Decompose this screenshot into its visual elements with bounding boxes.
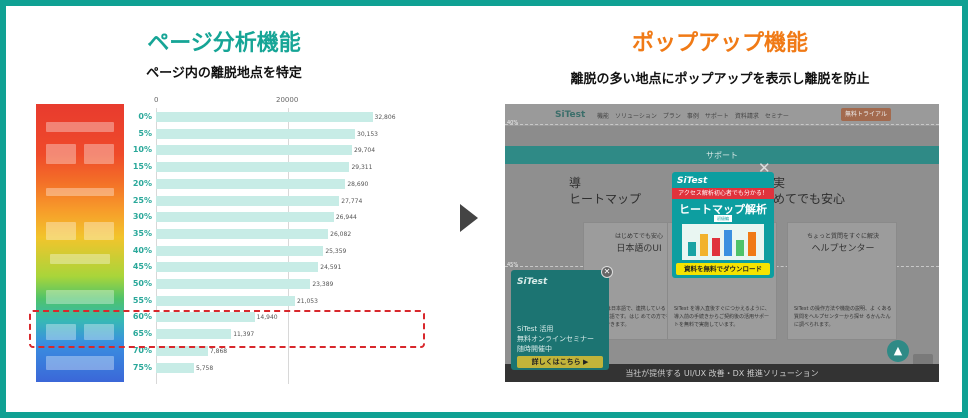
y-tick-label: 40% <box>132 245 152 255</box>
arrow-right-icon <box>460 204 478 232</box>
illustration-bar <box>748 232 756 256</box>
card-caption: ちょっと質問をすぐに解決 <box>806 233 879 240</box>
y-tick-label: 10% <box>132 145 152 155</box>
y-tick-label: 55% <box>132 295 152 305</box>
seminar-details-button[interactable]: 詳しくはこちら ▶ <box>517 356 603 368</box>
support-band: サポート <box>505 146 939 164</box>
heatmap-block <box>46 122 114 132</box>
download-button[interactable]: 資料を無料でダウンロード <box>676 263 770 275</box>
illustration-bar <box>688 242 696 256</box>
card-text: SiTest を導入直後すぐにつかえるように、 導入前の手続きからご契約後の活用… <box>674 306 770 328</box>
bar <box>156 212 334 223</box>
popup-feature-subtitle: 離脱の多い地点にポップアップを表示し離脱を防止 <box>570 72 870 87</box>
section-heading: 実 <box>773 176 786 190</box>
popup-tag: 初級編 <box>714 215 732 222</box>
bar <box>156 178 346 189</box>
seminar-line: 無料オンラインセミナー <box>517 335 594 343</box>
heatmap-block <box>84 144 114 164</box>
site-nav: SiTest 機能 ソリューション プラン 事例 サポート 資料請求 セミナー … <box>505 104 939 126</box>
seminar-popup[interactable]: SiTest SiTest 活用 無料オンラインセミナー 随時開催中 詳しくはこ… <box>511 266 613 370</box>
y-tick-label: 45% <box>132 262 152 272</box>
bar-value-label: 21,053 <box>296 297 318 305</box>
support-band-label: サポート <box>706 151 738 160</box>
heatmap-ebook-popup[interactable]: SiTest アクセス解析初心者でも分かる！ ヒートマップ解析 初級編 資料を無… <box>672 172 774 278</box>
bar <box>156 195 340 206</box>
y-tick-label: 20% <box>132 178 152 188</box>
y-tick-label: 25% <box>132 195 152 205</box>
bar <box>156 362 194 373</box>
feature-card: ちょっと質問をすぐに解決 ヘルプセンター SiTest の操作方法や機能の説明、… <box>787 222 897 340</box>
bar-value-label: 26,944 <box>335 214 357 222</box>
card-text: SiTest の操作方法や機能の説明、よ くある質問をヘルプセンターから探せ る… <box>794 306 892 328</box>
scroll-top-button[interactable]: ▲ <box>887 340 909 362</box>
bar-value-label: 28,690 <box>347 180 369 188</box>
page-analysis-title: ページ分析機能 <box>147 31 301 56</box>
depth-line <box>505 124 939 125</box>
section-heading: ヒートマップ <box>569 192 642 206</box>
page-analysis-subtitle: ページ内の離脱地点を特定 <box>146 66 302 81</box>
seminar-line: 随時開催中 <box>517 345 552 353</box>
illustration-bar <box>700 234 708 256</box>
bar-value-label: 30,153 <box>357 130 378 138</box>
seminar-logo: SiTest <box>517 277 548 287</box>
depth-label: 45% <box>507 262 519 268</box>
heatmap-block <box>46 356 114 370</box>
y-tick-label: 75% <box>132 362 152 372</box>
site-logo: SiTest <box>555 110 586 120</box>
heatmap-block <box>46 290 114 304</box>
close-icon[interactable]: ✕ <box>601 266 613 278</box>
x-tick-label: 0 <box>154 96 159 104</box>
bar <box>156 162 350 173</box>
site-nav-items: 機能 ソリューション プラン 事例 サポート 資料請求 セミナー <box>597 113 789 120</box>
bar <box>156 245 324 256</box>
bar-value-label: 32,806 <box>374 114 396 121</box>
popup-illustration <box>682 224 764 260</box>
bar <box>156 279 311 289</box>
heatmap-block <box>50 254 110 264</box>
depth-label: 40% <box>507 120 519 126</box>
y-tick-label: 5% <box>138 128 152 138</box>
bar-value-label: 23,389 <box>312 281 334 288</box>
bar-value-label: 5,758 <box>196 364 214 372</box>
free-trial-button[interactable]: 無料トライアル <box>841 108 891 121</box>
illustration-bar <box>712 238 720 256</box>
y-tick-label: 30% <box>132 212 152 222</box>
heatmap-block <box>84 222 114 240</box>
bar-value-label: 29,311 <box>351 164 373 172</box>
heatmap-block <box>46 222 76 240</box>
bar <box>156 112 373 122</box>
section-heading: めてでも安心 <box>773 192 846 206</box>
illustration-bar <box>736 240 744 256</box>
bar-value-label: 26,082 <box>330 230 352 238</box>
section-heading: 導 <box>569 176 582 190</box>
bar <box>156 295 295 306</box>
popup-ribbon: アクセス解析初心者でも分かる！ <box>672 188 774 199</box>
y-tick-label: 15% <box>132 162 152 172</box>
illustration-bar <box>724 230 732 256</box>
bar <box>156 228 329 239</box>
bar-value-label: 24,591 <box>320 264 342 272</box>
bar <box>156 262 319 273</box>
bar <box>156 128 355 139</box>
y-tick-label: 0% <box>138 112 152 121</box>
y-tick-label: 50% <box>132 279 152 288</box>
popup-logo: SiTest <box>677 176 708 186</box>
heatmap-block <box>46 144 76 164</box>
bar-value-label: 25,359 <box>325 247 347 255</box>
bar-value-label: 27,774 <box>341 197 363 205</box>
seminar-line: SiTest 活用 <box>517 325 554 333</box>
bar-value-label: 7,868 <box>209 347 228 355</box>
bar-value-label: 29,704 <box>354 147 376 155</box>
x-tick-label: 20000 <box>276 96 299 104</box>
exit-point-highlight <box>29 310 425 348</box>
y-tick-label: 35% <box>132 228 152 238</box>
heatmap-block <box>46 188 114 196</box>
bar <box>156 145 353 156</box>
card-title: ヘルプセンター <box>811 244 875 254</box>
popup-feature-title: ポップアップ機能 <box>631 31 808 56</box>
